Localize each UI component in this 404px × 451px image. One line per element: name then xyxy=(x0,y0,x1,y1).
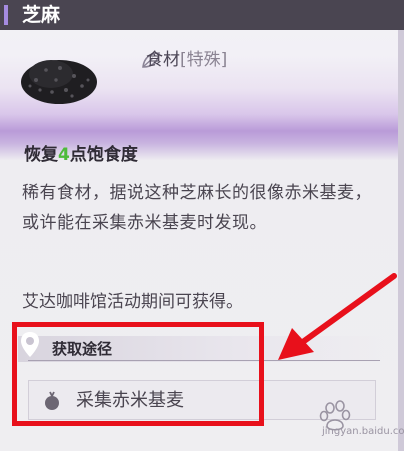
annotation-arrow xyxy=(278,273,397,360)
title-accent-bar xyxy=(4,5,8,25)
event-note: 艾达咖啡馆活动期间可获得。 xyxy=(22,292,243,312)
title-bar: 芝麻 xyxy=(0,0,404,30)
effect-value: 4 xyxy=(58,145,70,165)
item-category: 食材[特殊] xyxy=(146,48,227,72)
card-scroll-edge xyxy=(398,30,404,451)
category-tag: [特殊] xyxy=(180,50,228,70)
annotation-highlight-box xyxy=(12,322,264,426)
item-description: 稀有食材，据说这种芝麻长的很像赤米基麦，或许能在采集赤米基麦时发现。 xyxy=(22,183,372,233)
watermark-text: jingyan.baidu.com xyxy=(322,426,404,437)
sesame-item-image xyxy=(21,60,97,104)
item-title: 芝麻 xyxy=(22,4,61,26)
effect-suffix: 点饱食度 xyxy=(69,145,138,165)
category-label: 食材 xyxy=(146,50,180,70)
item-effect: 恢复4点饱食度 xyxy=(24,143,138,167)
effect-prefix: 恢复 xyxy=(24,145,58,165)
